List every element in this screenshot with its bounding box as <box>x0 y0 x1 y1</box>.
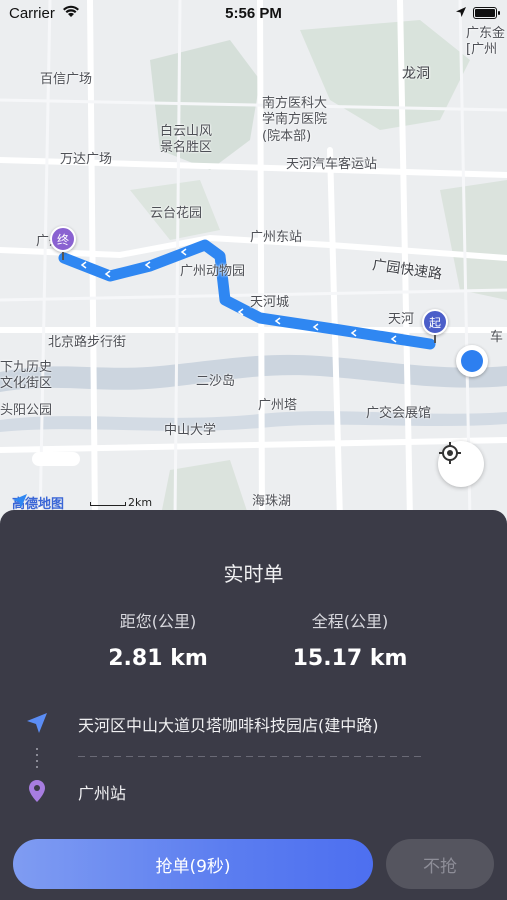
order-sheet: 实时单 距您(公里) 2.81 km 全程(公里) 15.17 km 天河区中山… <box>0 510 507 900</box>
map-label-tou-park: 头阳公园 <box>0 403 53 418</box>
map-label-baixin: 百信广场 <box>40 72 93 87</box>
route-connector <box>36 748 38 768</box>
start-marker[interactable]: 起 <box>422 309 448 343</box>
grab-order-button[interactable]: 抢单(9秒) <box>13 839 373 889</box>
map-label-nanfang-univ: 南方医科大 学南方医院 (院本部) <box>262 96 328 144</box>
address-divider <box>78 756 426 757</box>
map-label-wanda: 万达广场 <box>60 152 113 167</box>
map-label-gz-east: 广州东站 <box>250 230 303 245</box>
map-label-tianhe-near-start: 天河 <box>388 312 415 327</box>
map-label-yuntai: 云台花园 <box>150 206 203 221</box>
status-time: 5:56 PM <box>225 5 282 22</box>
distance-to-you-stat: 距您(公里) 2.81 km <box>58 608 258 671</box>
map-label-tianhecheng: 天河城 <box>250 295 290 310</box>
map-label-che: 车 <box>490 330 504 345</box>
map-label-haizhu-lake: 海珠湖 <box>252 494 292 509</box>
map-label-sysu: 中山大学 <box>164 423 217 438</box>
current-location-dot <box>456 345 488 377</box>
navigation-arrow-icon <box>24 710 50 736</box>
map-scale-label: 2km <box>128 496 153 509</box>
dropoff-address: 广州站 <box>78 784 127 803</box>
skip-order-button[interactable]: 不抢 <box>386 839 494 889</box>
location-services-icon <box>455 5 467 22</box>
map-scale-bar <box>90 502 126 506</box>
pickup-address-row: 天河区中山大道贝塔咖啡科技园店(建中路) <box>0 708 507 738</box>
map-road-sign <box>32 452 80 466</box>
order-title: 实时单 <box>223 562 284 586</box>
distance-to-you-label: 距您(公里) <box>119 612 197 631</box>
map-label-guangdong: 广东金 [广州 <box>466 26 506 58</box>
total-distance-stat: 全程(公里) 15.17 km <box>250 608 450 671</box>
map-view[interactable]: 广东金 [广州 百信广场 龙洞 南方医科大 学南方医院 (院本部) 白云山风 景… <box>0 0 507 520</box>
status-bar: Carrier 5:56 PM <box>0 0 507 28</box>
map-label-ersha: 二沙岛 <box>196 374 236 389</box>
map-label-beijing-rd: 北京路步行街 <box>48 335 127 350</box>
total-distance-label: 全程(公里) <box>311 612 389 631</box>
locate-me-button[interactable] <box>438 441 484 487</box>
map-label-canton-tower: 广州塔 <box>258 398 298 413</box>
total-distance-value: 15.17 km <box>292 646 408 671</box>
battery-icon <box>473 7 500 19</box>
amap-logo-icon <box>13 494 27 508</box>
map-label-expo: 广交会展馆 <box>366 406 432 421</box>
distance-to-you-value: 2.81 km <box>108 646 208 671</box>
map-label-zoo: 广州动物园 <box>180 264 246 279</box>
end-marker[interactable]: 终 <box>50 226 76 260</box>
map-label-baiyunshan: 白云山风 景名胜区 <box>160 124 213 156</box>
pickup-address: 天河区中山大道贝塔咖啡科技园店(建中路) <box>78 716 379 735</box>
map-label-xiajiu: 下九历史 文化街区 <box>0 360 53 392</box>
dropoff-address-row: 广州站 <box>0 776 507 806</box>
location-pin-icon <box>24 778 50 804</box>
map-label-longdong: 龙洞 <box>402 66 430 82</box>
map-label-tianhe-bus: 天河汽车客运站 <box>286 157 378 172</box>
